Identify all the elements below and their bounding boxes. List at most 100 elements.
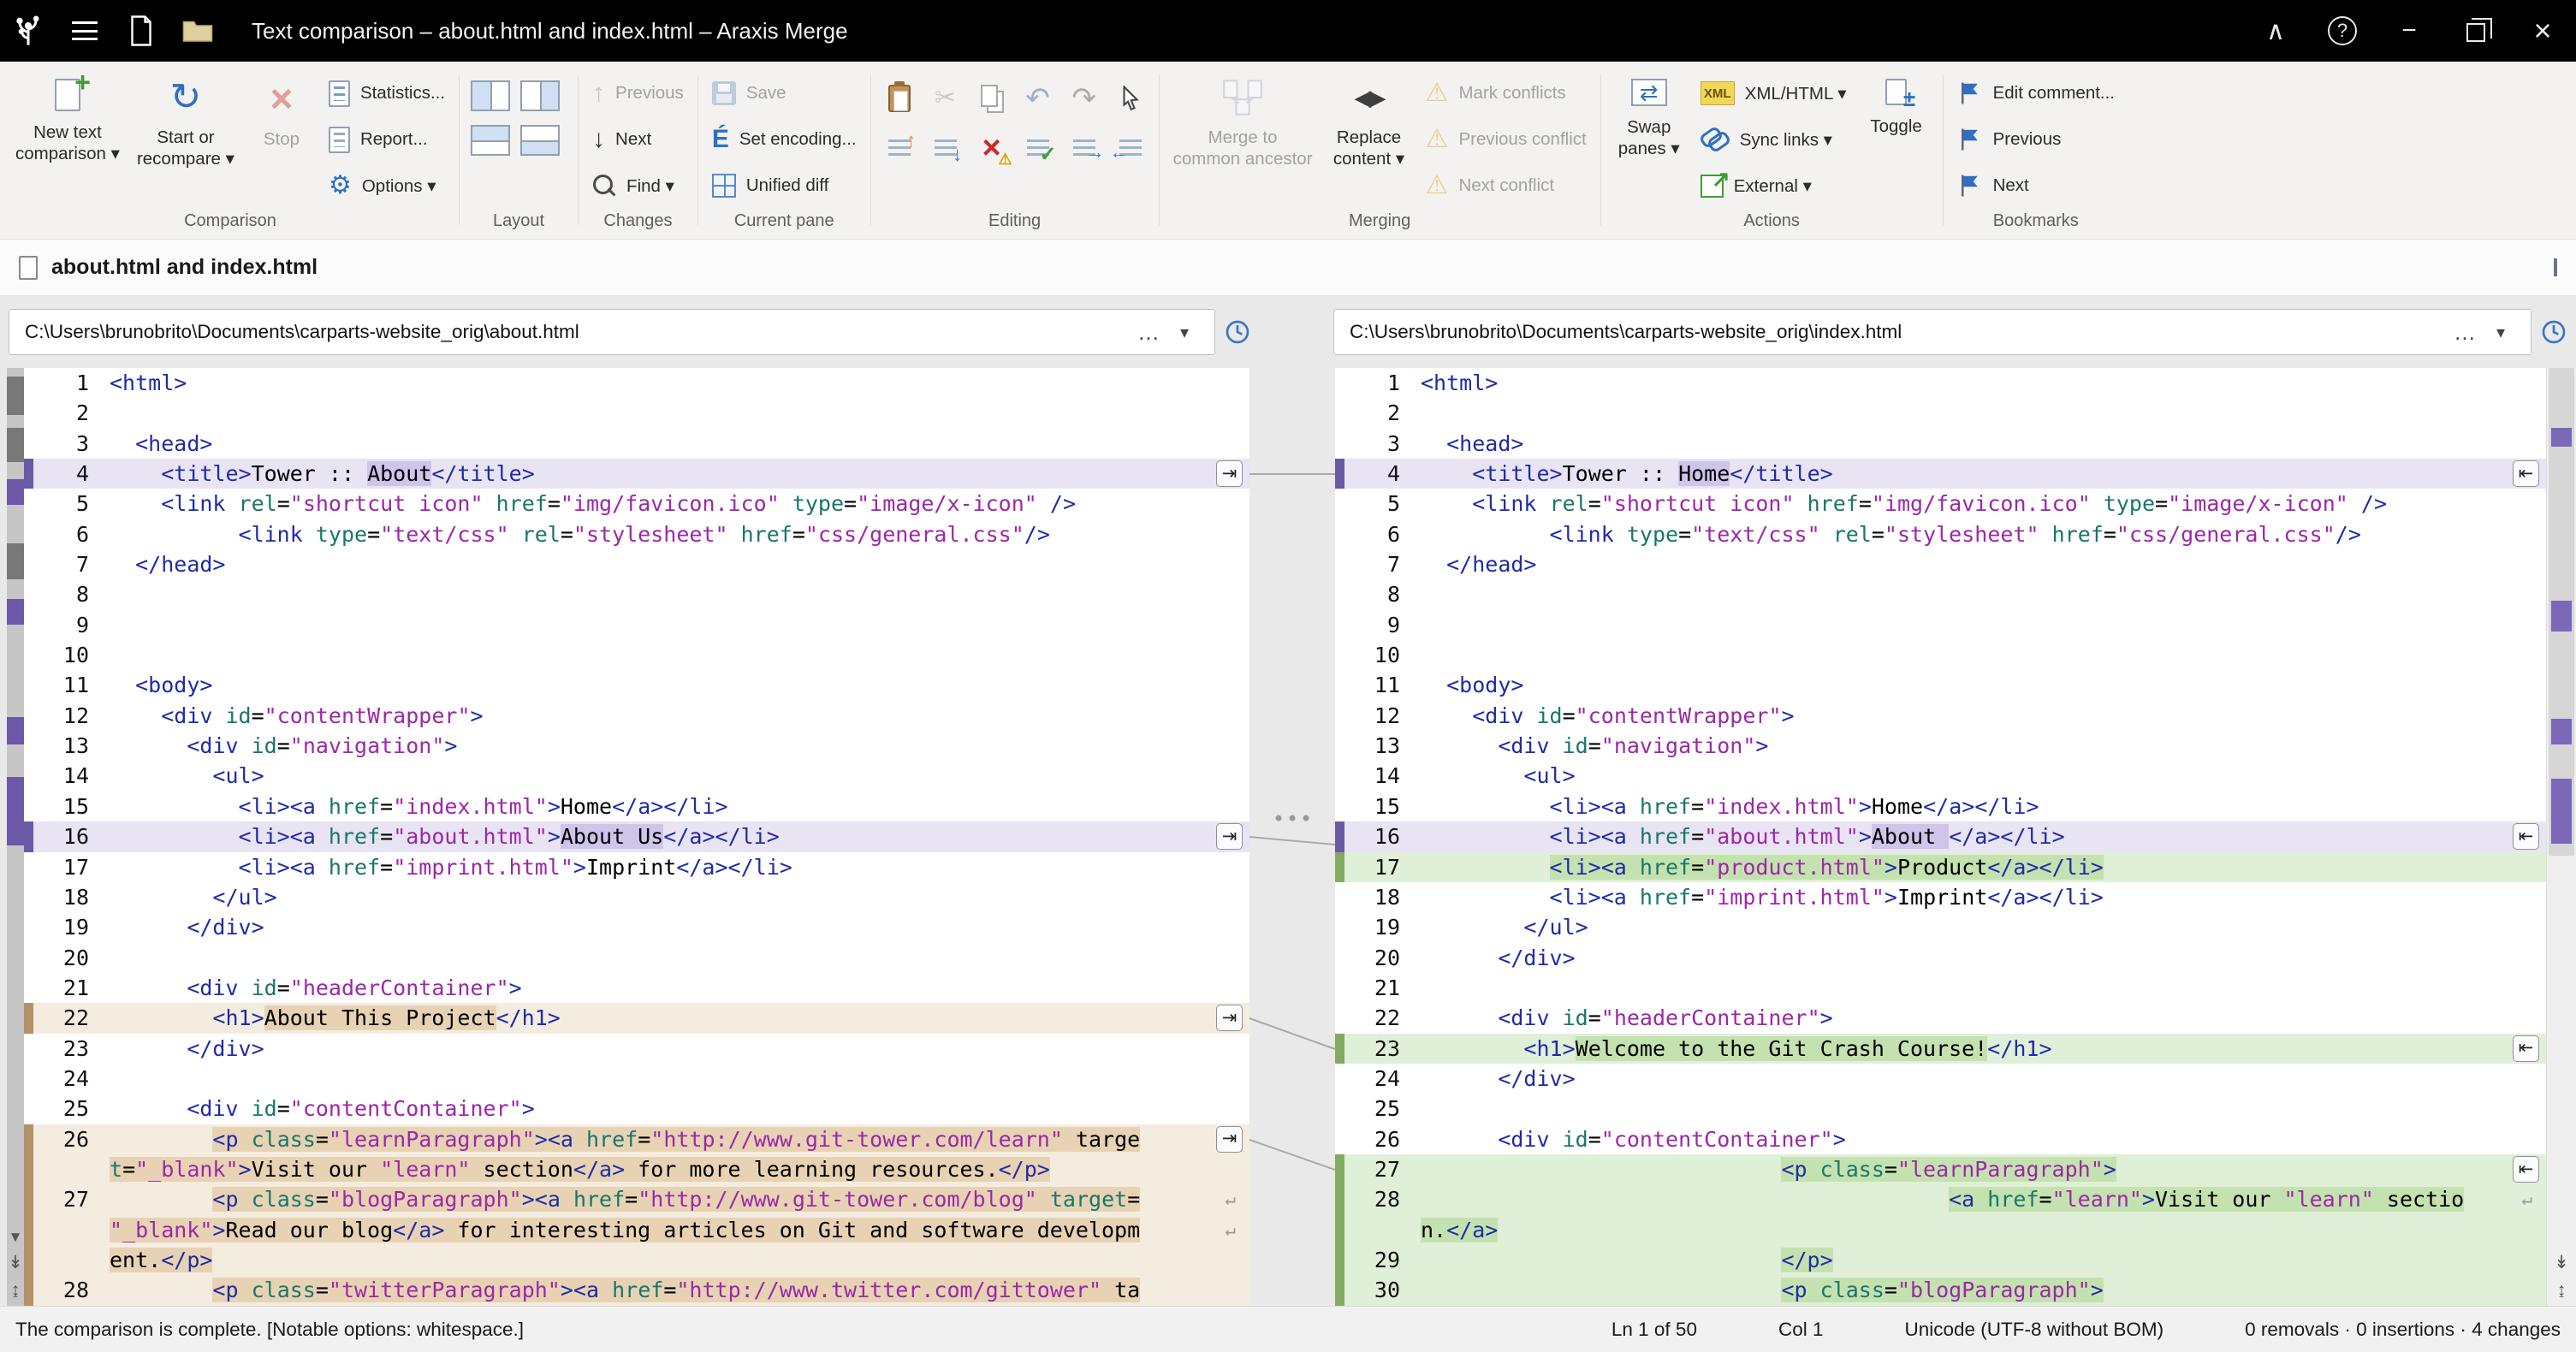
code-line[interactable]: 25 <div id="contentContainer"> bbox=[24, 1094, 1249, 1124]
code-line[interactable]: 10 bbox=[1335, 640, 2546, 670]
right-history-button[interactable] bbox=[2540, 318, 2567, 346]
code-line[interactable]: "_blank">Read our blog</a> for interesti… bbox=[24, 1215, 1249, 1245]
code-line[interactable]: t="_blank">Visit our "learn" section</a>… bbox=[24, 1154, 1249, 1184]
code-line[interactable]: 18 </ul> bbox=[24, 882, 1249, 912]
scroll-span-button[interactable]: ↨ bbox=[7, 1281, 24, 1299]
code-line[interactable]: 16 <li><a href="about.html">About </a></… bbox=[1335, 821, 2546, 851]
code-line[interactable]: 15 <li><a href="index.html">Home</a></li… bbox=[24, 792, 1249, 821]
code-line[interactable]: 30 <p class="blogParagraph"> bbox=[1335, 1275, 2546, 1305]
merge-change-button[interactable]: ⇥ bbox=[1216, 460, 1243, 487]
help-button[interactable]: ? bbox=[2309, 0, 2376, 62]
code-line[interactable]: 7 </head> bbox=[1335, 549, 2546, 579]
code-line[interactable]: 24 </div> bbox=[1335, 1064, 2546, 1094]
merge-change-button[interactable]: ⇥ bbox=[1216, 1005, 1243, 1031]
right-pane-scrollbar[interactable]: ↡ ↨ bbox=[2546, 368, 2576, 1306]
code-line[interactable]: 9 bbox=[24, 610, 1249, 640]
replace-content-button[interactable]: ◀▶ Replacecontent ▾ bbox=[1321, 65, 1417, 173]
code-line[interactable]: n.</a> bbox=[1335, 1215, 2546, 1245]
code-line[interactable]: 26 <div id="contentContainer"> bbox=[1335, 1124, 2546, 1154]
code-line[interactable]: 6 <link type="text/css" rel="stylesheet"… bbox=[24, 519, 1249, 549]
next-insertion-button[interactable]: ↓ bbox=[925, 127, 966, 169]
code-line[interactable]: 3 <head> bbox=[1335, 429, 2546, 459]
code-line[interactable]: 2 bbox=[24, 398, 1249, 428]
sync-links-button[interactable]: Sync links ▾ bbox=[1692, 116, 1855, 163]
close-button[interactable]: × bbox=[2509, 0, 2576, 62]
code-line[interactable]: 5 <link rel="shortcut icon" href="img/fa… bbox=[1335, 489, 2546, 519]
code-line[interactable]: 19 </div> bbox=[24, 912, 1249, 942]
code-line[interactable]: 21 <div id="headerContainer"> bbox=[24, 973, 1249, 1003]
code-line[interactable]: 6 <link type="text/css" rel="stylesheet"… bbox=[1335, 519, 2546, 549]
code-line[interactable]: 4 <title>Tower :: Home</title>⇤ bbox=[1335, 459, 2546, 489]
undo-button[interactable]: ↶ bbox=[1018, 78, 1059, 119]
xml-html-button[interactable]: XMLXML/HTML ▾ bbox=[1692, 70, 1855, 116]
code-line[interactable]: 14 <ul> bbox=[1335, 761, 2546, 791]
code-line[interactable]: 8 bbox=[24, 579, 1249, 609]
code-line[interactable]: 26 <p class="learnParagraph"><a href="ht… bbox=[24, 1124, 1249, 1154]
set-encoding-button[interactable]: ÉSet encoding... bbox=[703, 116, 865, 163]
code-line[interactable]: 12 <div id="contentWrapper"> bbox=[1335, 701, 2546, 731]
swap-panes-button[interactable]: ⇄ Swappanes ▾ bbox=[1606, 65, 1692, 163]
start-or-recompare-button[interactable]: ↻ Start orrecompare ▾ bbox=[128, 65, 243, 173]
code-line[interactable]: 29 </p> bbox=[1335, 1245, 2546, 1275]
code-line[interactable]: 4 <title>Tower :: About</title>⇥ bbox=[24, 459, 1249, 489]
copy-button[interactable] bbox=[971, 78, 1012, 119]
scroll-span-button[interactable]: ↨ bbox=[2547, 1281, 2576, 1299]
code-line[interactable]: 1<html> bbox=[1335, 368, 2546, 398]
code-line[interactable]: 19 </ul> bbox=[1335, 912, 2546, 942]
right-file-path-input[interactable]: C:\Users\brunobrito\Documents\carparts-w… bbox=[1333, 309, 2531, 355]
previous-conflict-button[interactable]: ⚠Previous conflict bbox=[1417, 116, 1595, 163]
layout-vertical-left-button[interactable] bbox=[470, 75, 511, 116]
cut-button[interactable]: ✂ bbox=[925, 78, 966, 119]
collapse-ribbon-button[interactable]: ∧ bbox=[2242, 0, 2309, 62]
code-line[interactable]: 11 <body> bbox=[24, 670, 1249, 700]
previous-change-button[interactable]: ↑Previous bbox=[584, 70, 692, 116]
code-line[interactable]: 16 <li><a href="about.html">About Us</a>… bbox=[24, 821, 1249, 851]
previous-insertion-button[interactable]: ↑ bbox=[879, 127, 920, 169]
code-line[interactable]: 27 <p class="blogParagraph"><a href="htt… bbox=[24, 1184, 1249, 1214]
next-change-button[interactable]: ↓Next bbox=[584, 116, 692, 163]
shift-left-button[interactable]: ← bbox=[1110, 127, 1151, 169]
code-line[interactable]: 3 <head> bbox=[24, 429, 1249, 459]
code-line[interactable]: 27 <p class="learnParagraph">⇤ bbox=[1335, 1154, 2546, 1184]
pane-layout-button[interactable] bbox=[2554, 260, 2557, 276]
code-line[interactable]: 28 <a href="learn">Visit our "learn" sec… bbox=[1335, 1184, 2546, 1214]
merge-change-button[interactable]: ⇥ bbox=[1216, 823, 1243, 850]
stop-button[interactable]: × Stop bbox=[243, 65, 320, 153]
code-line[interactable]: 11 <body> bbox=[1335, 670, 2546, 700]
paste-button[interactable] bbox=[879, 78, 920, 119]
code-line[interactable]: 10 bbox=[24, 640, 1249, 670]
code-line[interactable]: 13 <div id="navigation"> bbox=[24, 731, 1249, 761]
main-menu-button[interactable] bbox=[56, 0, 113, 62]
new-text-comparison-button[interactable]: + New textcomparison ▾ bbox=[7, 65, 128, 168]
left-code-pane[interactable]: 1<html>23 <head>4 <title>Tower :: About<… bbox=[24, 368, 1249, 1306]
select-tool-button[interactable] bbox=[1110, 78, 1151, 119]
left-file-path-input[interactable]: C:\Users\brunobrito\Documents\carparts-w… bbox=[9, 309, 1215, 355]
checklist-button[interactable]: ✓ bbox=[1018, 127, 1059, 169]
report-button[interactable]: Report... bbox=[320, 116, 454, 163]
error-marker-button[interactable]: ×⚠ bbox=[971, 127, 1012, 169]
code-line[interactable]: 23 </div> bbox=[24, 1034, 1249, 1064]
code-line[interactable]: 25 bbox=[1335, 1094, 2546, 1124]
code-line[interactable]: 22 <div id="headerContainer"> bbox=[1335, 1003, 2546, 1033]
code-line[interactable]: 12 <div id="contentWrapper"> bbox=[24, 701, 1249, 731]
next-bookmark-button[interactable]: Next bbox=[1949, 163, 2123, 209]
code-line[interactable]: 20 </div> bbox=[1335, 943, 2546, 973]
code-line[interactable]: 20 bbox=[24, 943, 1249, 973]
code-line[interactable]: 17 <li><a href="product.html">Product</a… bbox=[1335, 852, 2546, 882]
page-down-button[interactable]: ↡ bbox=[7, 1254, 24, 1272]
merge-change-button[interactable]: ⇤ bbox=[2513, 460, 2539, 487]
comparison-tab-title[interactable]: about.html and index.html bbox=[51, 255, 318, 280]
shift-right-button[interactable]: → bbox=[1064, 127, 1105, 169]
code-line[interactable]: 1<html> bbox=[24, 368, 1249, 398]
code-line[interactable]: 13 <div id="navigation"> bbox=[1335, 731, 2546, 761]
code-line[interactable]: 18 <li><a href="imprint.html">Imprint</a… bbox=[1335, 882, 2546, 912]
left-path-dropdown-button[interactable]: ▾ bbox=[1170, 322, 1199, 343]
code-line[interactable]: 21 bbox=[1335, 973, 2546, 1003]
layout-horizontal-bottom-button[interactable] bbox=[519, 120, 561, 161]
code-line[interactable]: 15 <li><a href="index.html">Home</a></li… bbox=[1335, 792, 2546, 821]
options-button[interactable]: ⚙Options ▾ bbox=[320, 163, 454, 209]
save-button[interactable]: Save bbox=[703, 70, 865, 116]
code-line[interactable]: 23 <h1>Welcome to the Git Crash Course!<… bbox=[1335, 1034, 2546, 1064]
mark-conflicts-button[interactable]: ⚠Mark conflicts bbox=[1417, 70, 1595, 116]
code-line[interactable]: 28 <p class="twitterParagraph"><a href="… bbox=[24, 1275, 1249, 1305]
